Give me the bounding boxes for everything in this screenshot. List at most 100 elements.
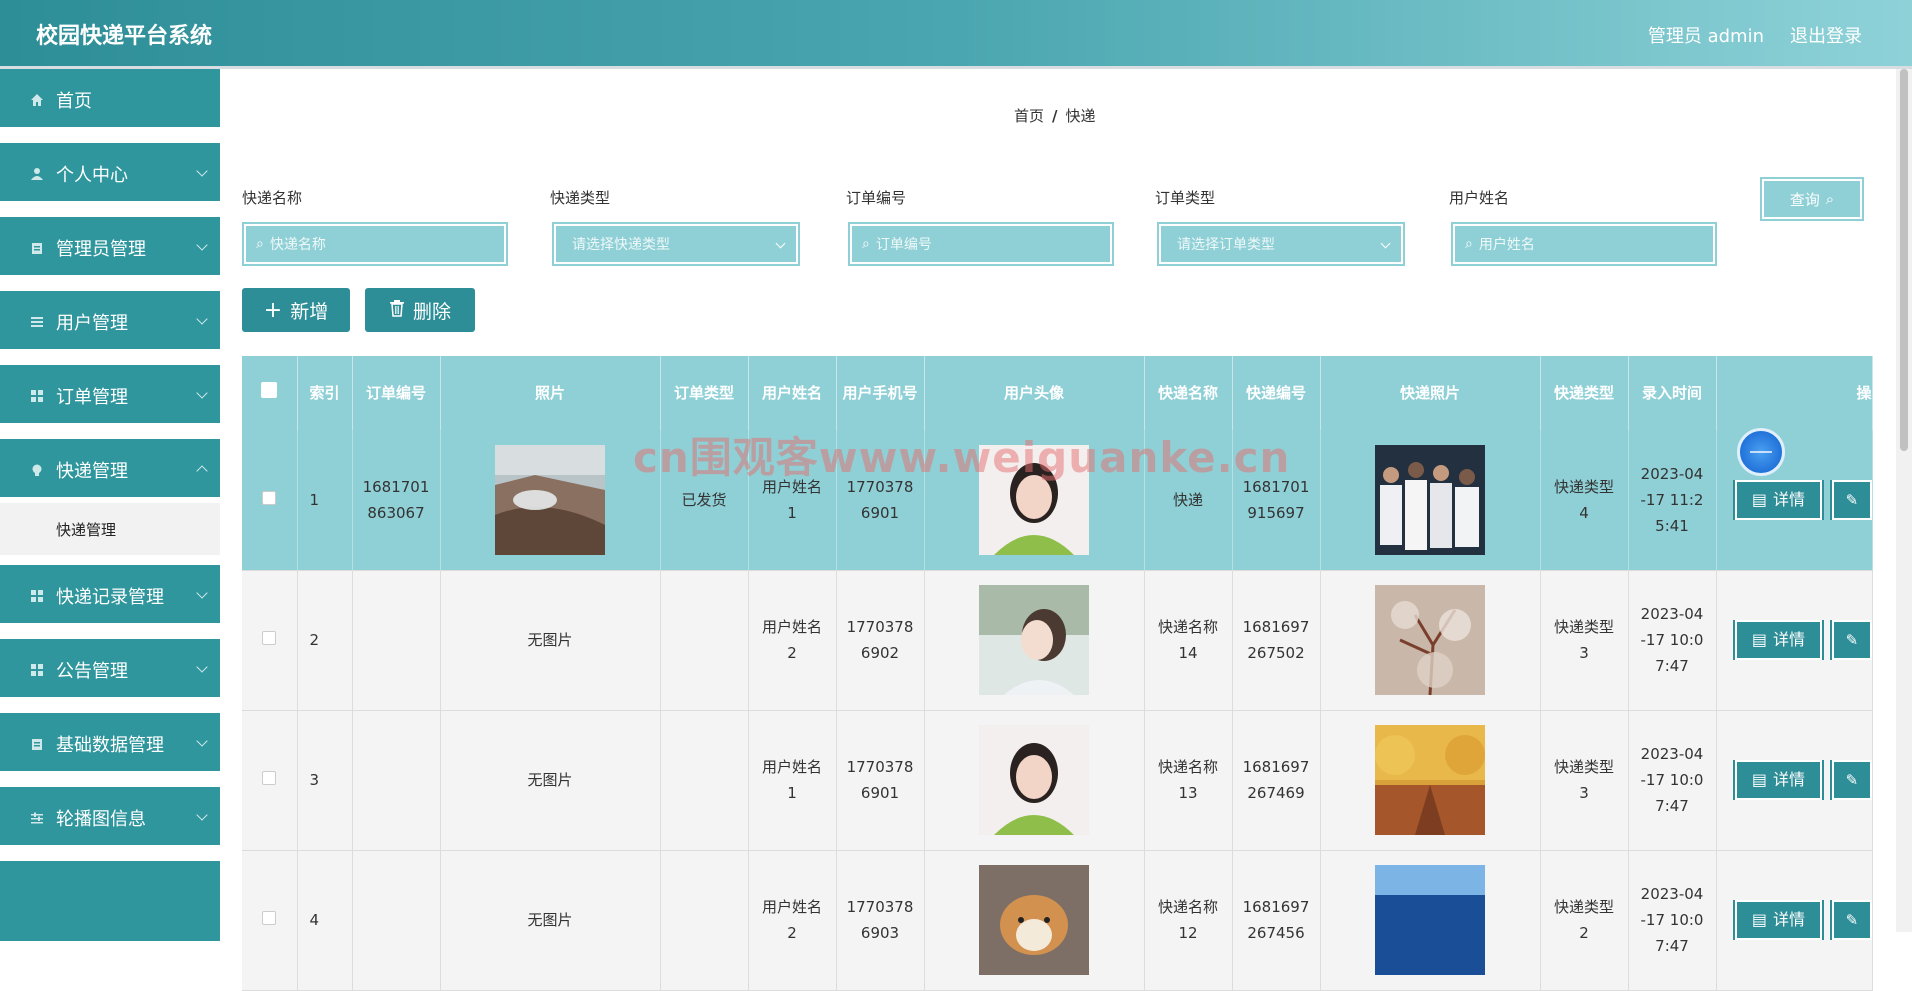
- order-no-label: 订单编号: [846, 189, 907, 207]
- document-icon: ▤: [1751, 910, 1767, 929]
- grid-icon: [28, 587, 46, 605]
- col-header: 索引: [297, 356, 353, 430]
- chevron-down-icon: [196, 809, 208, 821]
- cell-user-name: 用户姓名1: [748, 430, 837, 571]
- sidebar-item-orders[interactable]: 订单管理: [0, 365, 220, 429]
- sidebar-item-home[interactable]: 首页: [0, 69, 220, 133]
- cell-kd-name: 快递名称13: [1144, 710, 1233, 851]
- chevron-down-icon: [196, 165, 208, 177]
- cell-kd-type: 快递类型3: [1540, 570, 1629, 711]
- sidebar-item-label: 基础数据管理: [56, 735, 164, 756]
- detail-button[interactable]: ▤ 详情: [1732, 620, 1825, 660]
- landscape-photo: [495, 444, 605, 555]
- kuaidi-type-select[interactable]: 请选择快递类型: [552, 222, 800, 266]
- cell-index: 3: [297, 710, 353, 851]
- sidebar-item-notices[interactable]: 公告管理: [0, 639, 220, 703]
- sidebar-item-label: 快递记录管理: [56, 587, 164, 608]
- row-checkbox[interactable]: [262, 631, 277, 645]
- cell-kd-name: 快递名称12: [1144, 850, 1233, 991]
- cell-user-name: 用户姓名1: [748, 710, 837, 851]
- col-header: 录入时间: [1628, 356, 1717, 430]
- cell-kd-type: 快递类型2: [1540, 850, 1629, 991]
- cell-kd-no: 1681697267469: [1232, 710, 1321, 851]
- cell-photo: 无图片: [440, 710, 661, 851]
- breadcrumb: 首页 / 快递: [1014, 105, 1096, 126]
- edit-button[interactable]: ✎: [1830, 479, 1872, 520]
- kuaidi-name-input[interactable]: ⌕ 快递名称: [242, 222, 508, 266]
- chevron-down-icon: [196, 313, 208, 325]
- detail-button[interactable]: ▤ 详情: [1732, 479, 1825, 520]
- edit-button[interactable]: ✎: [1830, 900, 1872, 940]
- cell-phone: 17703786903: [836, 850, 925, 991]
- search-icon: ⌕: [1465, 236, 1473, 252]
- cell-avatar: [924, 710, 1145, 851]
- sidebar-item-kuaidi-records[interactable]: 快递记录管理: [0, 565, 220, 629]
- chevron-down-icon: [196, 387, 208, 399]
- sidebar-item-kuaidi[interactable]: 快递管理: [0, 439, 220, 503]
- logout-link[interactable]: 退出登录: [1790, 22, 1862, 48]
- row-checkbox[interactable]: [262, 771, 277, 785]
- query-button[interactable]: 查询 ⌕: [1760, 177, 1864, 221]
- select-all-checkbox[interactable]: [261, 382, 278, 398]
- delete-button[interactable]: 删除: [365, 288, 475, 332]
- col-header: 订单编号: [352, 356, 441, 430]
- kuaidi-name-label: 快递名称: [242, 189, 303, 207]
- cell-kd-photo: [1320, 570, 1541, 711]
- scrollbar-thumb[interactable]: [1900, 69, 1908, 451]
- sidebar-item-basedata[interactable]: 基础数据管理: [0, 713, 220, 777]
- cell-ops: ▤ 详情 ✎: [1716, 570, 1873, 711]
- chevron-down-icon: [196, 661, 208, 673]
- detail-button[interactable]: ▤ 详情: [1732, 900, 1825, 940]
- sidebar-item-admin[interactable]: 管理员管理: [0, 217, 220, 281]
- col-header: 订单类型: [660, 356, 749, 430]
- edit-button[interactable]: ✎: [1830, 620, 1872, 660]
- table-row[interactable]: 2 无图片 用户姓名2 17703786902 快递名称14 168169726…: [242, 570, 1873, 711]
- cell-order-no: [352, 710, 441, 851]
- order-no-input[interactable]: ⌕ 订单编号: [848, 222, 1114, 266]
- col-header: 快递编号: [1232, 356, 1321, 430]
- cell-time: 2023-04-17 10:07:47: [1628, 710, 1717, 851]
- row-checkbox[interactable]: [262, 490, 277, 505]
- cell-index: 4: [297, 850, 353, 991]
- cell-order-no: [352, 570, 441, 711]
- order-type-select[interactable]: 请选择订单类型: [1157, 222, 1405, 266]
- cell-time: 2023-04-17 10:07:47: [1628, 850, 1717, 991]
- home-icon: [28, 91, 46, 109]
- cell-kd-photo: [1320, 430, 1541, 571]
- sidebar: 首页 个人中心 管理员管理 用户管理 订单管理 快递管理 快递管理 快递记录管理…: [0, 69, 220, 941]
- add-button[interactable]: + 新增: [242, 288, 350, 332]
- edit-icon: ✎: [1845, 490, 1859, 509]
- cell-index: 1: [297, 430, 353, 571]
- edit-icon: ✎: [1845, 631, 1859, 649]
- cell-phone: 17703786902: [836, 570, 925, 711]
- table-row[interactable]: 1 1681701863067 已发货 用户姓名1 17703786901 快递…: [242, 430, 1873, 571]
- avatar: [979, 865, 1089, 975]
- select-all-cell[interactable]: [242, 356, 298, 430]
- grid-icon: [28, 387, 46, 405]
- table-row[interactable]: 4 无图片 用户姓名2 17703786903 快递名称12 168169726…: [242, 850, 1873, 991]
- page-scrollbar[interactable]: [1896, 69, 1912, 932]
- edit-button[interactable]: ✎: [1830, 760, 1872, 800]
- detail-button[interactable]: ▤ 详情: [1732, 760, 1825, 800]
- floating-assistant-button[interactable]: [1737, 428, 1785, 476]
- cell-ops: ▤ 详情 ✎: [1716, 850, 1873, 991]
- cell-phone: 17703786901: [836, 430, 925, 571]
- breadcrumb-separator: /: [1052, 107, 1058, 125]
- row-checkbox[interactable]: [262, 911, 277, 925]
- sidebar-item-users[interactable]: 用户管理: [0, 291, 220, 355]
- trash-icon: [389, 299, 405, 322]
- sidebar-item-label: 用户管理: [56, 313, 128, 334]
- col-header: 用户头像: [924, 356, 1145, 430]
- sidebar-subitem-kuaidi[interactable]: 快递管理: [0, 503, 220, 555]
- cell-order-no: 1681701863067: [352, 430, 441, 571]
- sidebar-item-carousel[interactable]: 轮播图信息: [0, 787, 220, 851]
- col-header: 操: [1716, 356, 1873, 430]
- breadcrumb-home[interactable]: 首页: [1014, 107, 1044, 125]
- sidebar-item-label: 快递管理: [56, 461, 128, 482]
- user-name-input[interactable]: ⌕ 用户姓名: [1451, 222, 1717, 266]
- cell-photo: [440, 430, 661, 571]
- table-row[interactable]: 3 无图片 用户姓名1 17703786901 快递名称13 168169726…: [242, 710, 1873, 851]
- admin-user-label[interactable]: 管理员 admin: [1648, 22, 1764, 48]
- cell-avatar: [924, 850, 1145, 991]
- sidebar-item-profile[interactable]: 个人中心: [0, 143, 220, 207]
